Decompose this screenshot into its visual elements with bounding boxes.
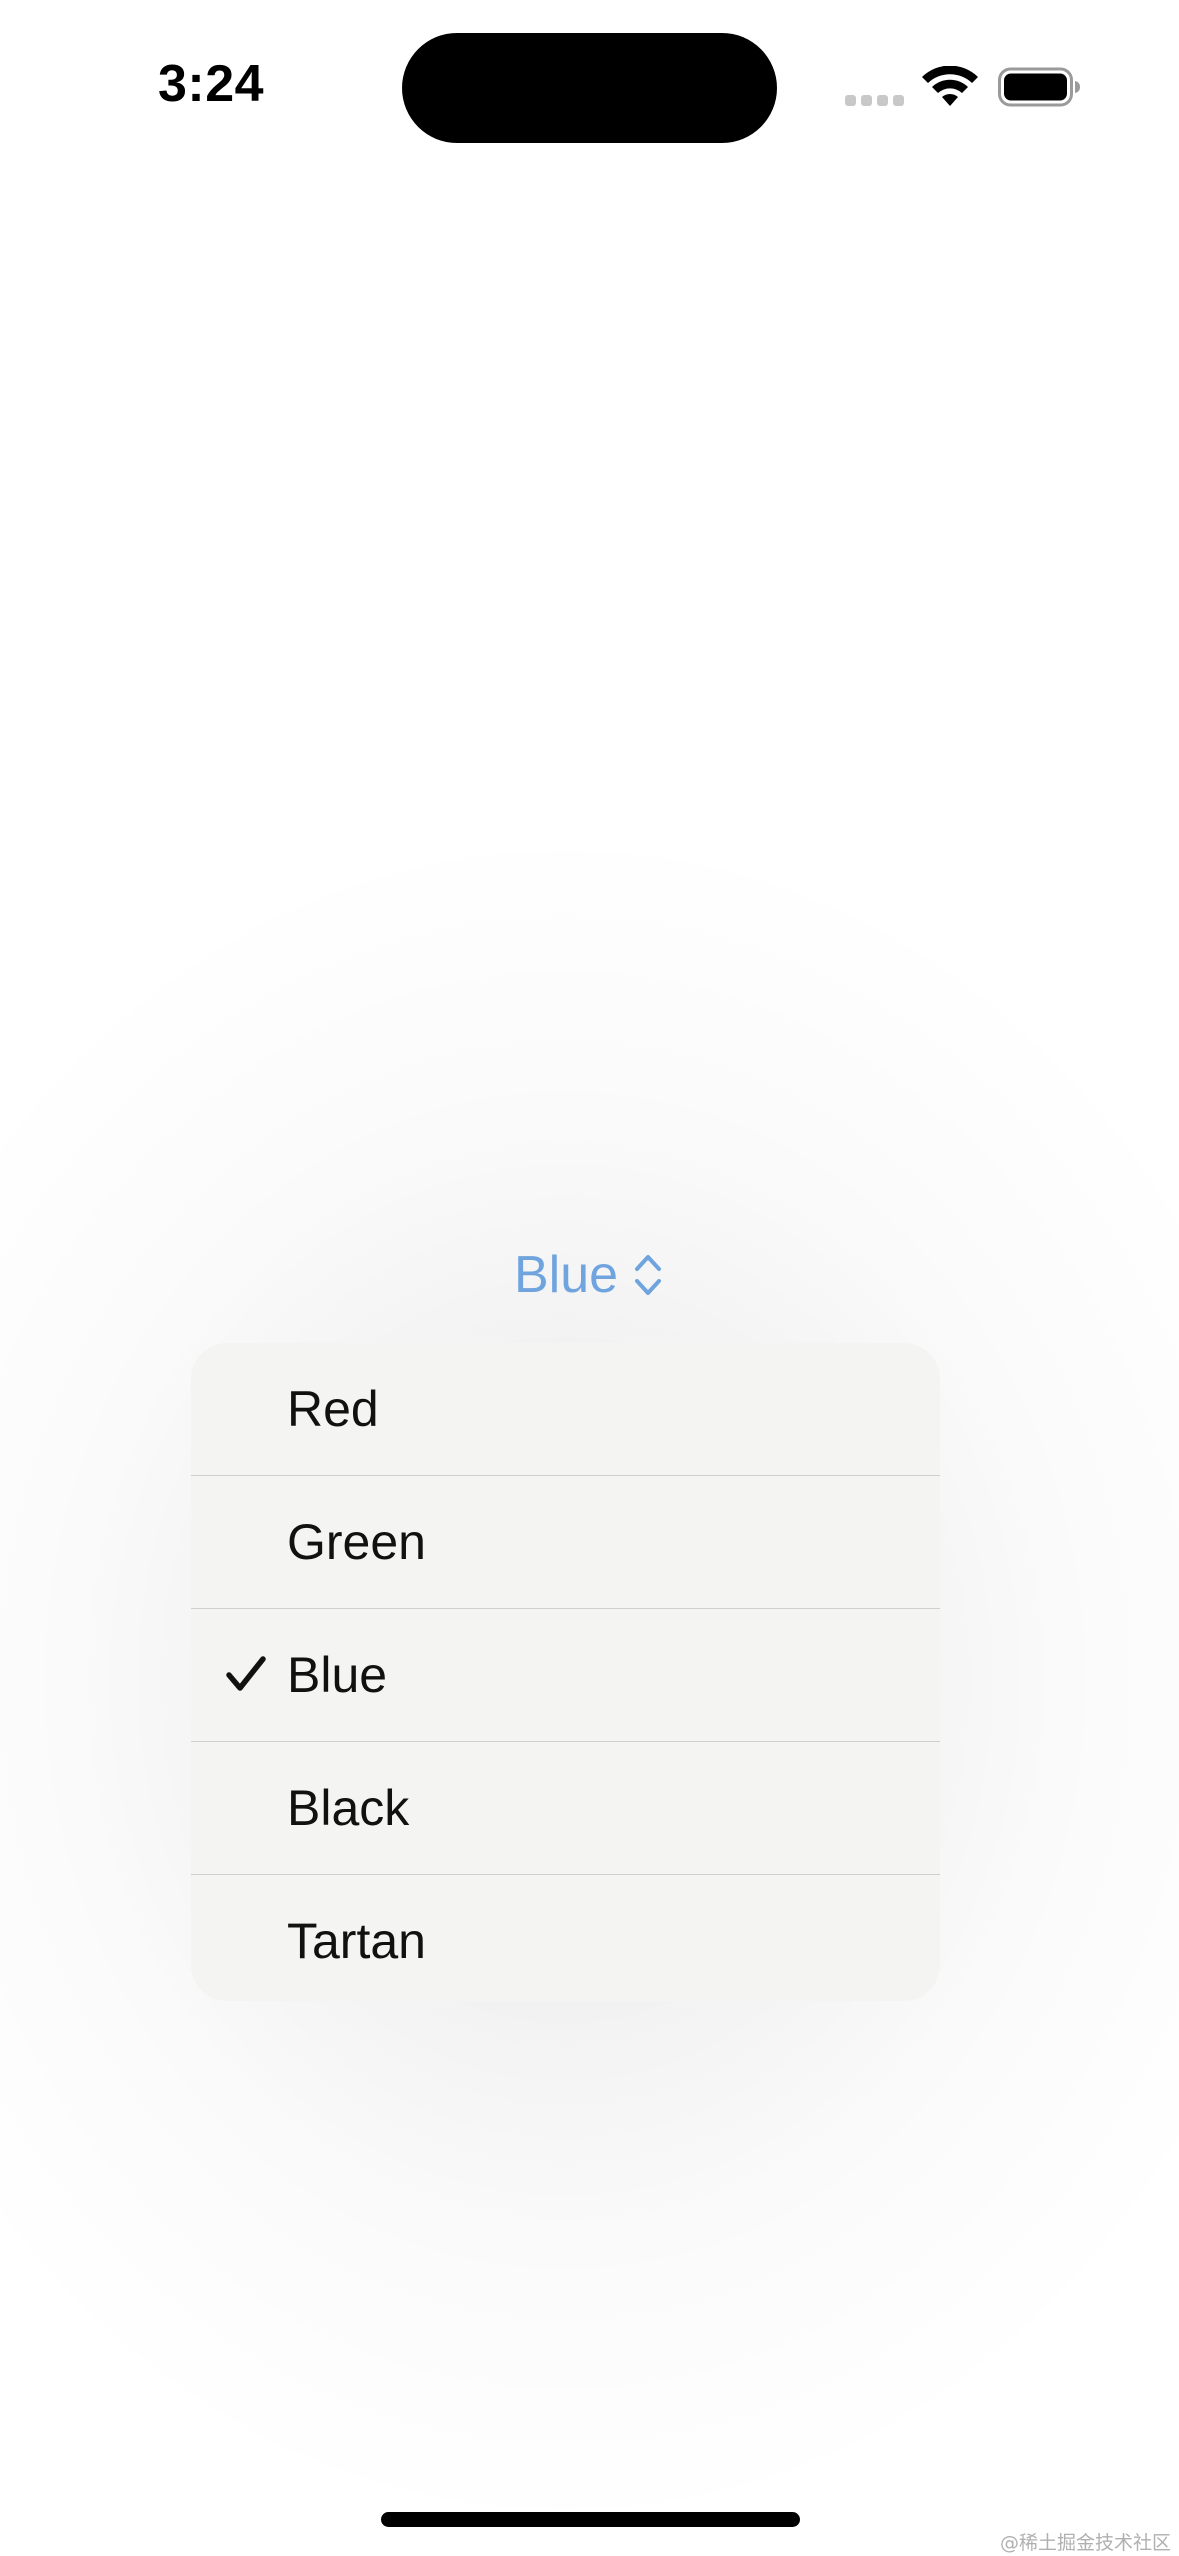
menu-item-red[interactable]: Red (191, 1343, 940, 1475)
menu-item-label: Blue (287, 1647, 388, 1703)
picker-menu: Red Green Blue Black Tartan (191, 1343, 940, 2001)
menu-item-blue[interactable]: Blue (191, 1608, 940, 1741)
cellular-signal-icon (845, 95, 905, 107)
screen: 3:24 Blue Red Green Blue Black Tartan @稀… (0, 0, 1179, 2556)
status-time: 3:24 (158, 55, 265, 113)
home-indicator[interactable] (381, 2512, 800, 2527)
menu-item-label: Tartan (287, 1913, 426, 1969)
checkmark-icon (226, 1656, 266, 1691)
menu-item-black[interactable]: Black (191, 1741, 940, 1874)
watermark: @稀土掘金技术社区 (999, 2532, 1171, 2554)
picker-selected-label: Blue (514, 1246, 619, 1304)
battery-icon (998, 67, 1080, 107)
menu-item-tartan[interactable]: Tartan (191, 1874, 940, 2001)
wifi-icon (922, 66, 978, 106)
menu-item-label: Green (287, 1514, 426, 1570)
menu-item-green[interactable]: Green (191, 1475, 940, 1608)
chevron-up-down-icon (635, 1255, 662, 1295)
dynamic-island (402, 33, 777, 143)
menu-item-label: Black (287, 1780, 410, 1836)
menu-item-label: Red (287, 1381, 379, 1437)
color-picker-button[interactable]: Blue (514, 1240, 664, 1310)
